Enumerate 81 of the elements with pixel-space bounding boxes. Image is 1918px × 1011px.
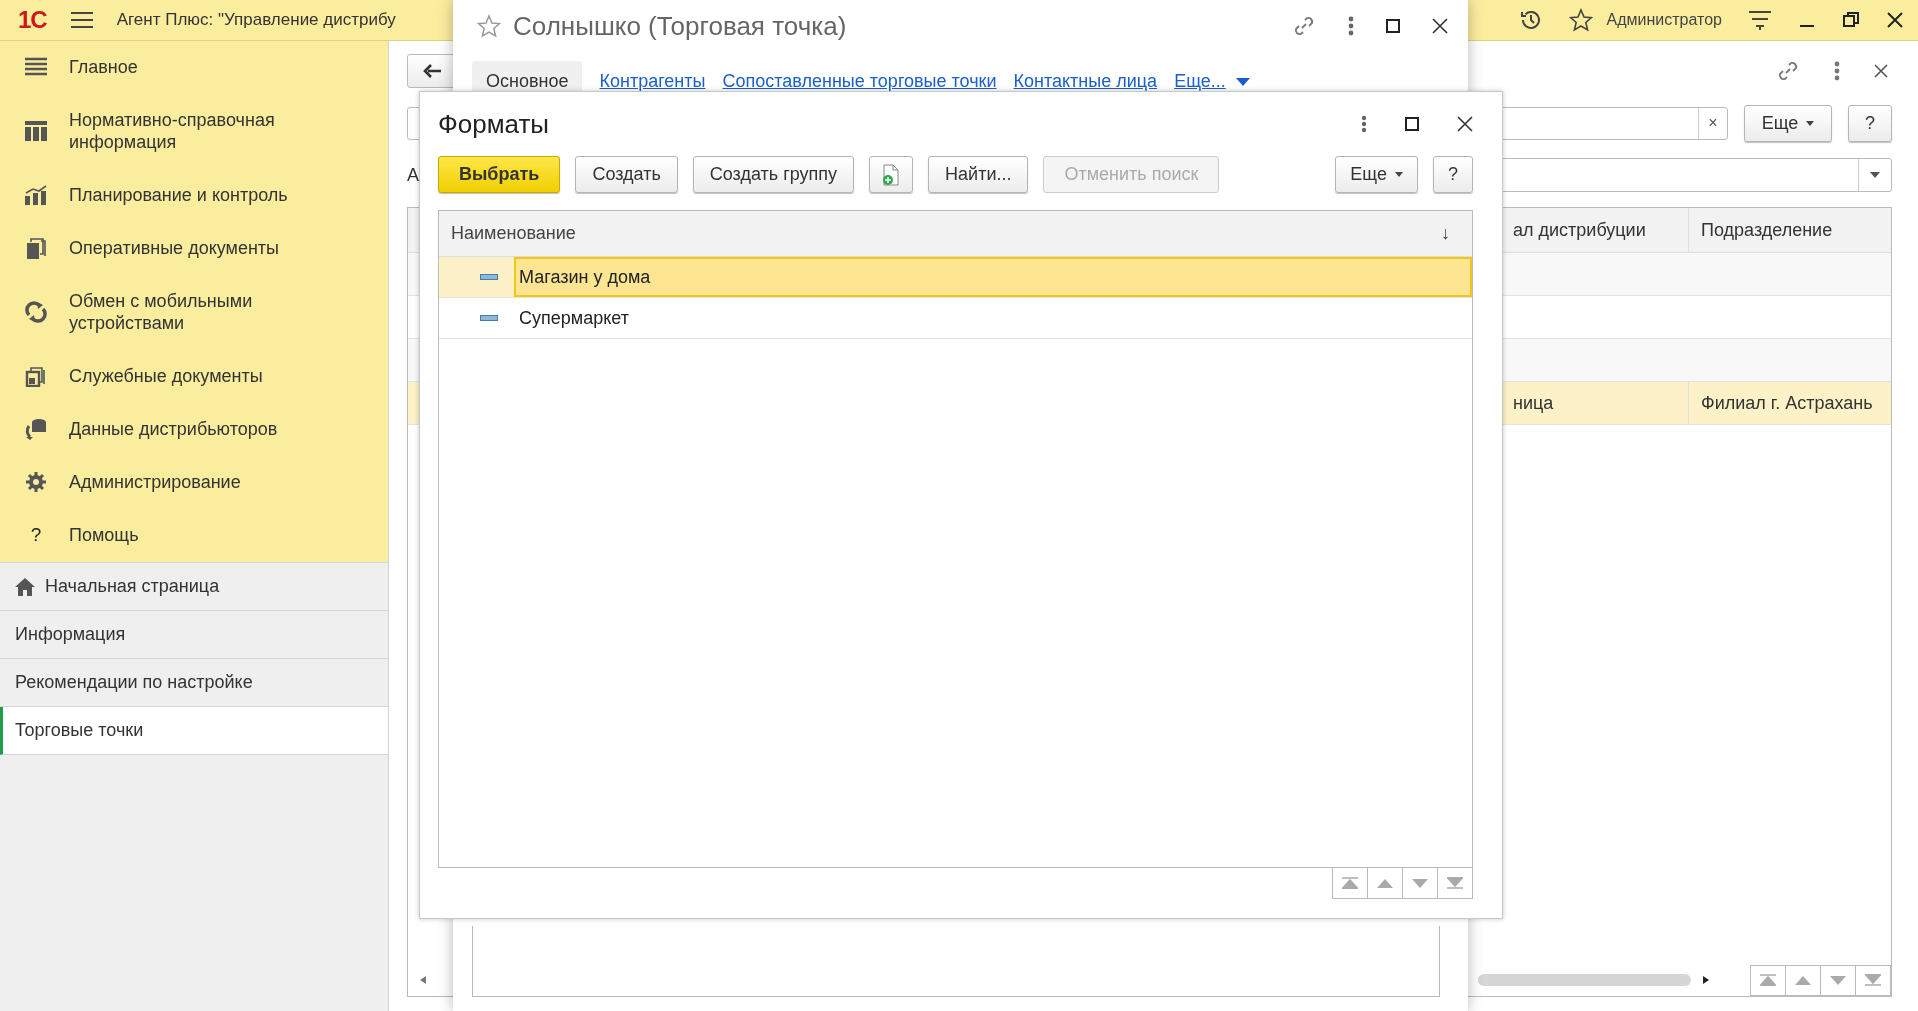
down-icon bbox=[1412, 878, 1428, 888]
sidebar-item[interactable]: Главное bbox=[0, 41, 388, 94]
toolbar-button[interactable]: ? bbox=[1433, 156, 1473, 193]
more-icon[interactable] bbox=[1348, 16, 1354, 36]
up-icon bbox=[1377, 878, 1393, 888]
sidebar-item[interactable]: Данные дистрибьюторов bbox=[0, 403, 388, 456]
restore-icon[interactable] bbox=[1842, 11, 1860, 29]
maximize-icon[interactable] bbox=[1386, 19, 1400, 33]
sidebar-item[interactable]: Планирование и контроль bbox=[0, 169, 388, 222]
caret-icon bbox=[1870, 172, 1880, 178]
home-icon bbox=[15, 577, 35, 596]
column-header[interactable]: Подразделение bbox=[1689, 208, 1891, 252]
help-glyph: ? bbox=[30, 524, 42, 546]
refresh-icon bbox=[25, 301, 47, 323]
add-file-button[interactable] bbox=[869, 156, 914, 193]
column-title: Наименование bbox=[451, 223, 576, 244]
documents-icon bbox=[25, 237, 47, 259]
page-tab[interactable]: Информация bbox=[0, 611, 388, 659]
scrollbar[interactable] bbox=[1478, 974, 1691, 986]
sidebar-item[interactable]: Администрирование bbox=[0, 456, 388, 509]
toolbar-button[interactable]: Найти... bbox=[928, 156, 1029, 193]
column-header[interactable]: Наименование ↓ bbox=[439, 211, 1472, 257]
menu-icon[interactable] bbox=[70, 11, 93, 29]
clear-button[interactable]: × bbox=[1698, 107, 1727, 139]
up-icon bbox=[1795, 975, 1811, 985]
settings-icon[interactable] bbox=[1748, 9, 1772, 31]
scroll-left-icon[interactable] bbox=[420, 976, 426, 984]
first-icon bbox=[1342, 877, 1358, 889]
caret-icon bbox=[1395, 172, 1403, 177]
first-icon bbox=[1760, 974, 1776, 986]
star-icon[interactable] bbox=[477, 14, 501, 38]
history-icon[interactable] bbox=[1518, 8, 1543, 32]
grid-icon bbox=[25, 121, 47, 141]
list-row[interactable]: Супермаркет bbox=[439, 298, 1472, 339]
link-icon[interactable] bbox=[1776, 59, 1800, 83]
more-button[interactable]: Еще bbox=[1744, 104, 1832, 142]
sidebar-item[interactable]: Служебные документы bbox=[0, 350, 388, 403]
caret-icon bbox=[1806, 120, 1815, 126]
add-file-icon bbox=[882, 163, 901, 186]
table-cell-text: Супермаркет bbox=[518, 306, 630, 330]
sidebar-item[interactable]: Нормативно-справочная информация bbox=[0, 94, 388, 169]
dialog-title: Форматы bbox=[438, 108, 550, 140]
close-icon[interactable] bbox=[1886, 11, 1904, 29]
sidebar-item[interactable]: ? Помощь bbox=[0, 509, 388, 562]
window-title: Солнышко (Торговая точка) bbox=[513, 10, 847, 42]
maximize-icon[interactable] bbox=[1405, 117, 1419, 131]
last-icon bbox=[1865, 974, 1881, 986]
item-icon bbox=[480, 315, 498, 321]
close-icon[interactable] bbox=[1874, 64, 1888, 78]
user-name[interactable]: Администратор bbox=[1606, 11, 1722, 29]
toolbar-button[interactable]: Выбрать bbox=[438, 156, 561, 193]
last-icon bbox=[1447, 877, 1463, 889]
field-label: А bbox=[407, 164, 419, 186]
page-tab[interactable]: Начальная страница bbox=[0, 563, 388, 611]
app-title: Агент Плюс: "Управление дистрибу bbox=[116, 10, 396, 30]
list-icon bbox=[25, 57, 47, 77]
toolbar-button[interactable]: Создать группу bbox=[692, 156, 855, 193]
close-icon[interactable] bbox=[1432, 18, 1448, 34]
close-icon[interactable] bbox=[1457, 116, 1473, 132]
link-icon[interactable] bbox=[1292, 14, 1316, 38]
sidebar-item[interactable]: Обмен с мобильными устройствами bbox=[0, 275, 388, 350]
back-arrow-icon bbox=[423, 64, 441, 78]
table-cell-text: Филиал г. Астрахань bbox=[1700, 391, 1874, 415]
caret-icon bbox=[1235, 77, 1250, 86]
star-icon[interactable] bbox=[1568, 8, 1593, 32]
bar-chart-icon bbox=[25, 185, 47, 205]
item-icon bbox=[480, 274, 498, 280]
page-tab[interactable]: Торговые точки bbox=[0, 707, 388, 755]
scroll-right-icon[interactable] bbox=[1703, 976, 1709, 984]
toolbar-button[interactable]: Создать bbox=[575, 156, 678, 193]
sidebar-item[interactable]: Оперативные документы bbox=[0, 222, 388, 275]
sort-indicator: ↓ bbox=[1441, 223, 1450, 244]
more-icon[interactable] bbox=[1361, 115, 1367, 133]
documents-icon bbox=[25, 365, 47, 387]
more-icon[interactable] bbox=[1834, 61, 1840, 81]
database-sync-icon bbox=[24, 418, 48, 440]
down-icon bbox=[1830, 975, 1846, 985]
gear-icon bbox=[25, 471, 47, 493]
help-button[interactable]: ? bbox=[1848, 104, 1892, 142]
toolbar-button[interactable]: Еще bbox=[1335, 156, 1418, 193]
app-logo: 1С bbox=[18, 6, 47, 34]
